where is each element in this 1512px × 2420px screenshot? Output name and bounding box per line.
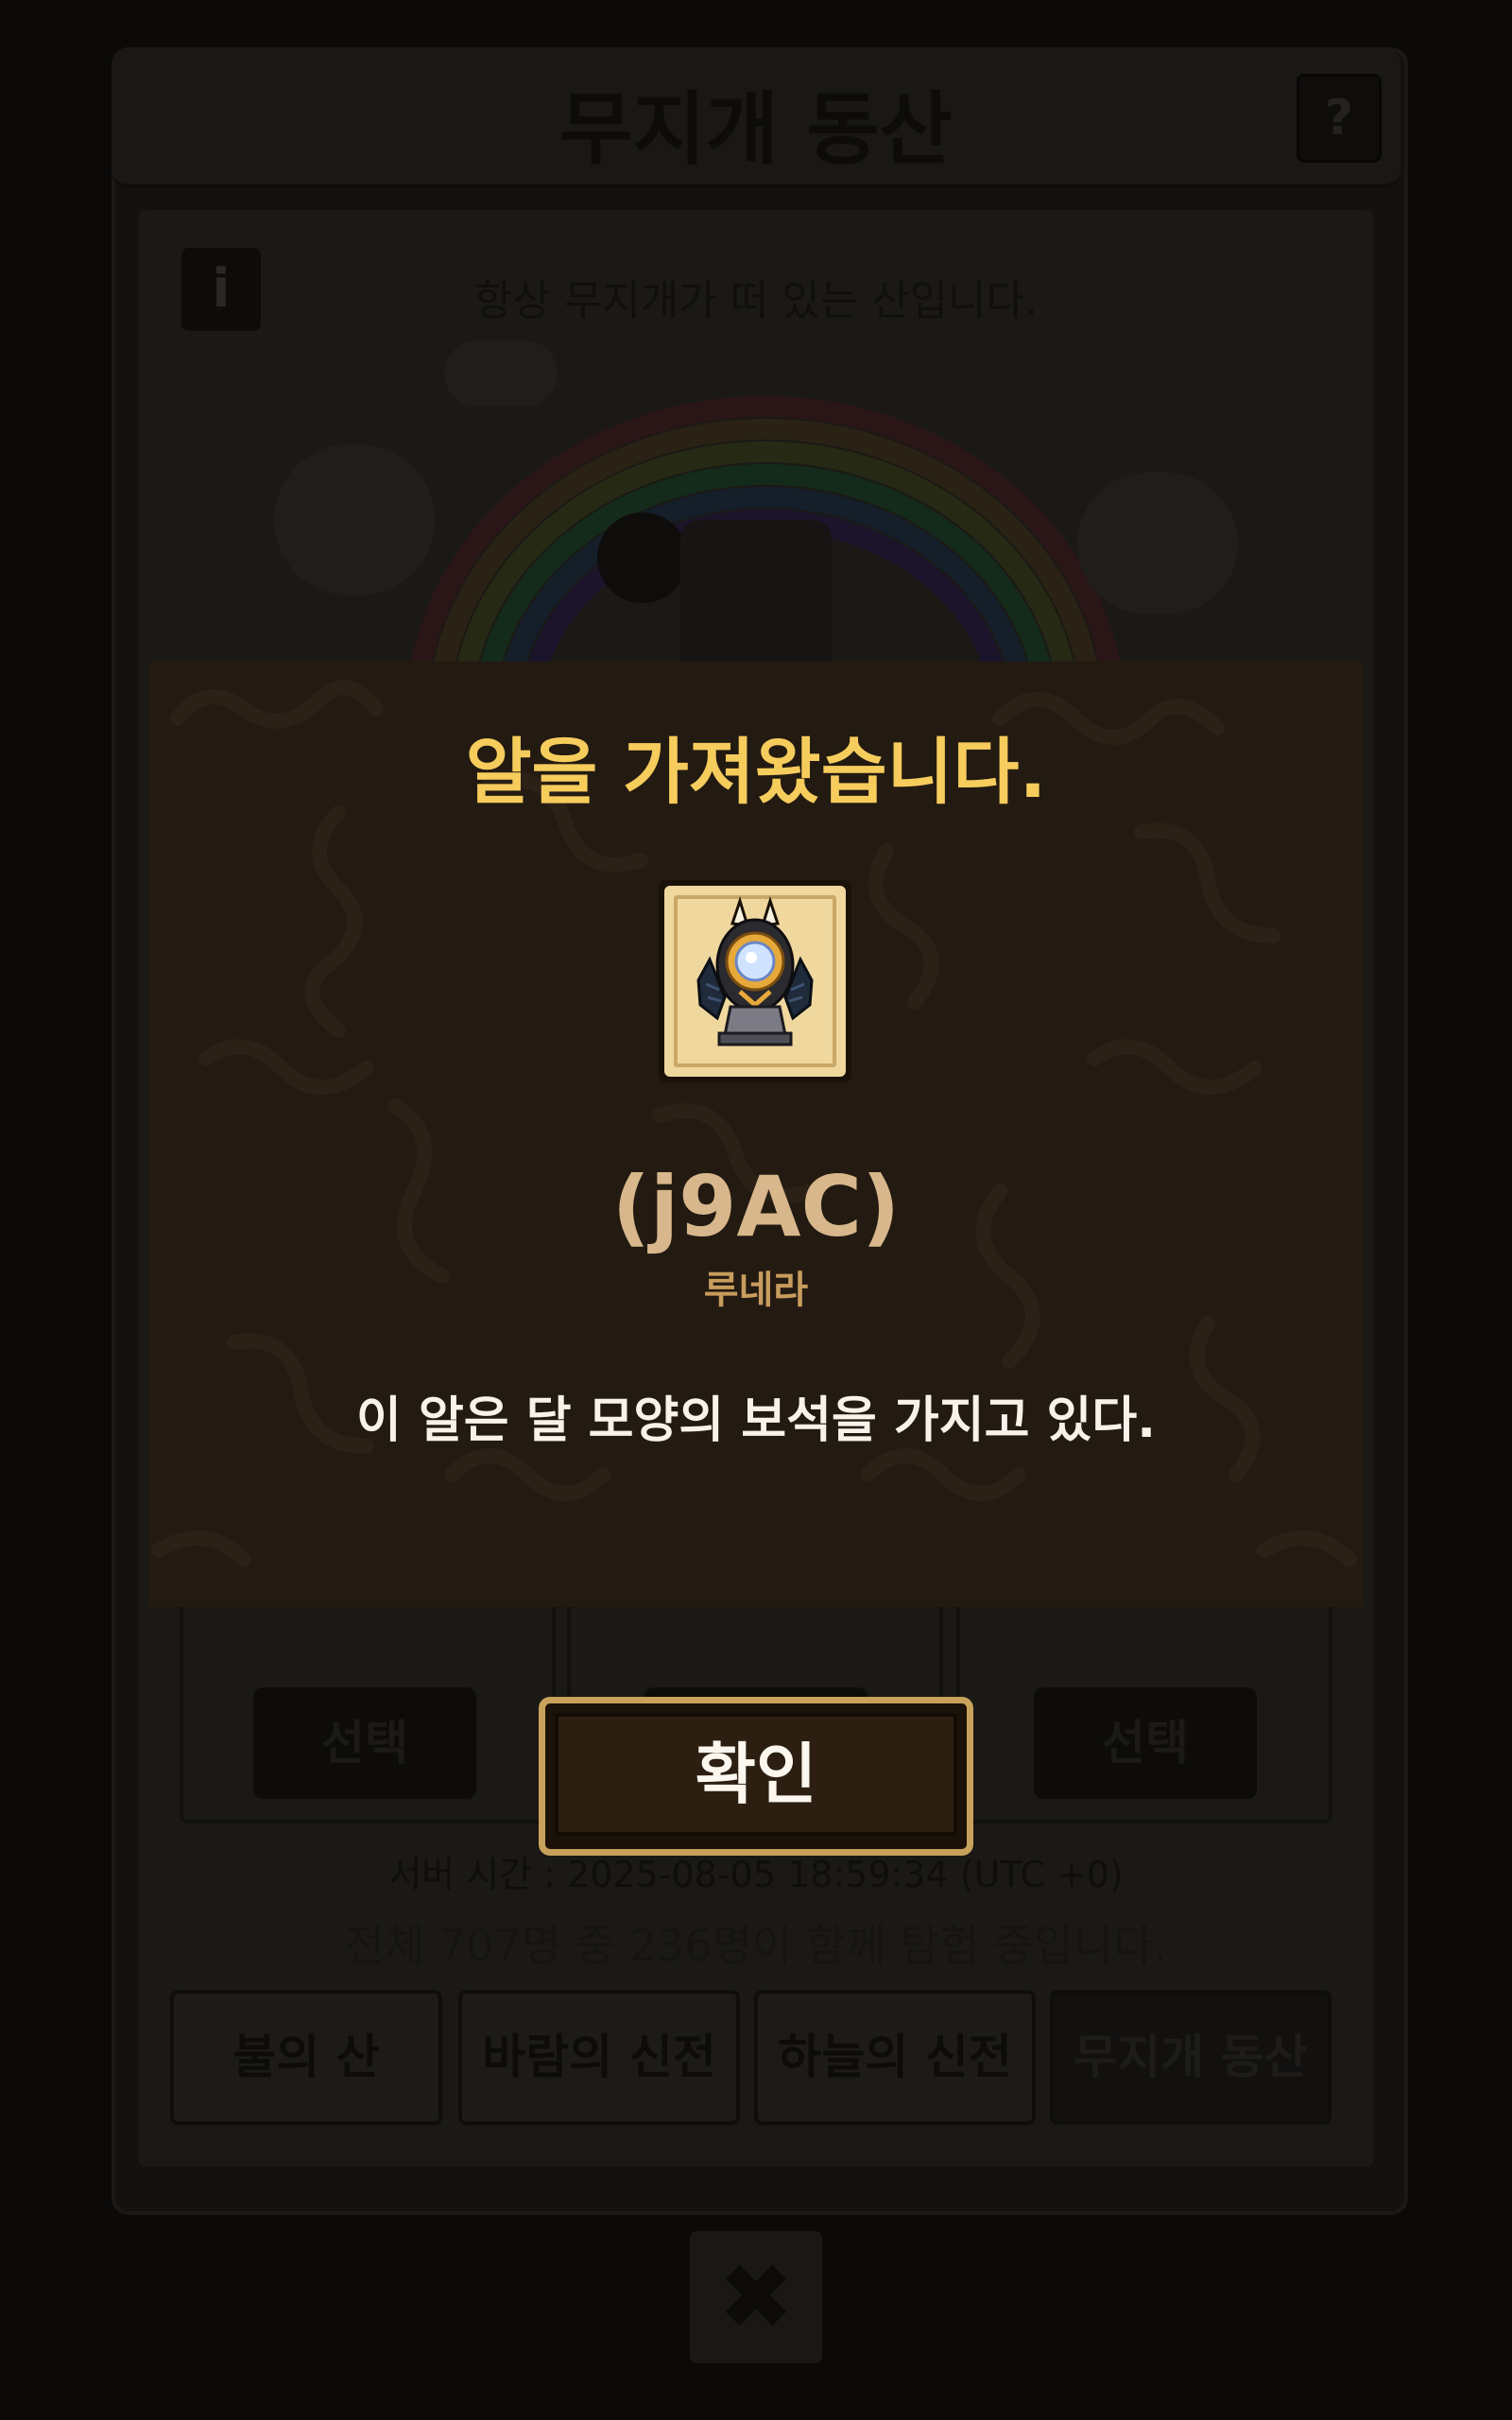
tab-rainbow-hill[interactable]: 무지개 동산 [1050,1990,1332,2125]
select-button[interactable]: 선택 [1034,1687,1257,1799]
screen: 무지개 동산 ? i 항상 무지개가 떠 있는 산입니다. 선택 선택 선택 서… [0,0,1512,2420]
egg-frame-inner [664,886,846,1077]
select-button[interactable]: 선택 [253,1687,476,1799]
cloud-left [274,444,435,596]
egg-item-frame [659,880,851,1082]
egg-description: 이 알은 달 모양의 보석을 가지고 있다. [356,1392,1156,1449]
modal-title: 알을 가져왔습니다. [465,730,1047,814]
confirm-button[interactable]: 확인 [539,1697,973,1856]
moon-gem-egg-icon [696,896,814,1046]
tab-wind-temple[interactable]: 바람의 신전 [458,1990,740,2125]
egg-result-modal: 알을 가져왔습니다. (j9AC) 루네라 이 알은 달 모양의 보석을 가지고… [149,662,1363,1607]
egg-code: (j9AC) [611,1158,901,1255]
background-title: 무지개 동산 [559,83,953,176]
area-description: 항상 무지개가 떠 있는 산입니다. [473,277,1039,325]
tab-sky-temple[interactable]: 하늘의 신전 [754,1990,1036,2125]
confirm-button-label: 확인 [695,1736,817,1813]
egg-name: 루네라 [703,1269,809,1312]
participants-status: 전체 707명 중 236명이 함께 탐험 중입니다. [344,1920,1168,1971]
help-button[interactable]: ? [1297,74,1382,163]
close-button[interactable]: ✖ [690,2231,822,2363]
cloud-top [444,340,558,406]
tab-fire-mountain[interactable]: 불의 산 [170,1990,442,2125]
cloud-right [1077,473,1238,614]
